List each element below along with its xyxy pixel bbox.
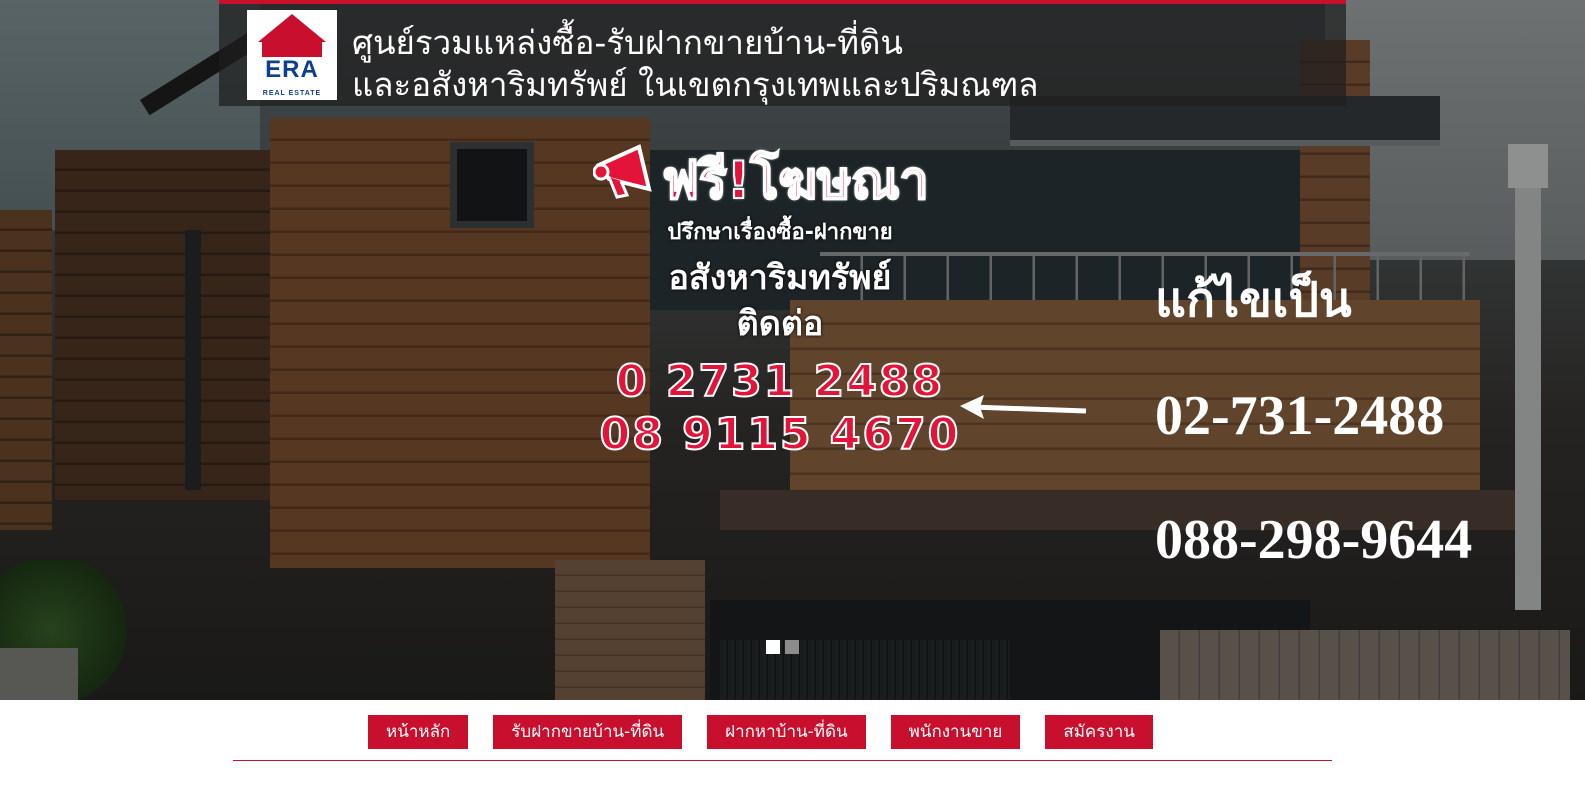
arrow-left-icon bbox=[960, 395, 1087, 419]
nav-divider bbox=[233, 760, 1332, 761]
slider-dot-1[interactable] bbox=[766, 640, 780, 654]
promo-title: ฟรี!โฆษณา bbox=[661, 150, 930, 212]
nav-consign-sell[interactable]: รับฝากขายบ้าน-ที่ดิน bbox=[493, 715, 683, 749]
edit-phone-2: 088-298-9644 bbox=[1155, 509, 1473, 571]
nav-items: หน้าหลัก รับฝากขายบ้าน-ที่ดิน ฝากหาบ้าน-… bbox=[368, 715, 1153, 749]
megaphone-icon bbox=[593, 144, 652, 199]
promo-phone-1: 0 2731 2488 bbox=[615, 355, 945, 408]
edit-phone-1: 02-731-2488 bbox=[1155, 385, 1445, 447]
promo-subtitle: ปรึกษาเรื่องซื้อ-ฝากขาย bbox=[667, 220, 893, 245]
nav-home[interactable]: หน้าหลัก bbox=[368, 715, 469, 749]
banner-title-line2: และอสังหาริมทรัพย์ ในเขตกรุงเทพและปริมณฑ… bbox=[352, 65, 1039, 104]
slider-dots bbox=[766, 640, 799, 654]
nav-jobs[interactable]: สมัครงาน bbox=[1045, 715, 1153, 749]
era-logo-text: ERA bbox=[265, 56, 319, 83]
promo-phone-2: 08 9115 4670 bbox=[599, 408, 961, 461]
nav-sales-staff[interactable]: พนักงานขาย bbox=[890, 715, 1021, 749]
slider-dot-2[interactable] bbox=[785, 640, 799, 654]
era-logo-wall bbox=[262, 41, 322, 57]
era-logo-roof-icon bbox=[258, 14, 326, 42]
edit-label: แก้ไขเป็น bbox=[1155, 272, 1352, 328]
era-logo-subtext: REAL ESTATE bbox=[262, 90, 322, 97]
nav-find-property[interactable]: ฝากหาบ้าน-ที่ดิน bbox=[707, 715, 866, 749]
promo-contact: ติดต่อ bbox=[736, 304, 824, 344]
